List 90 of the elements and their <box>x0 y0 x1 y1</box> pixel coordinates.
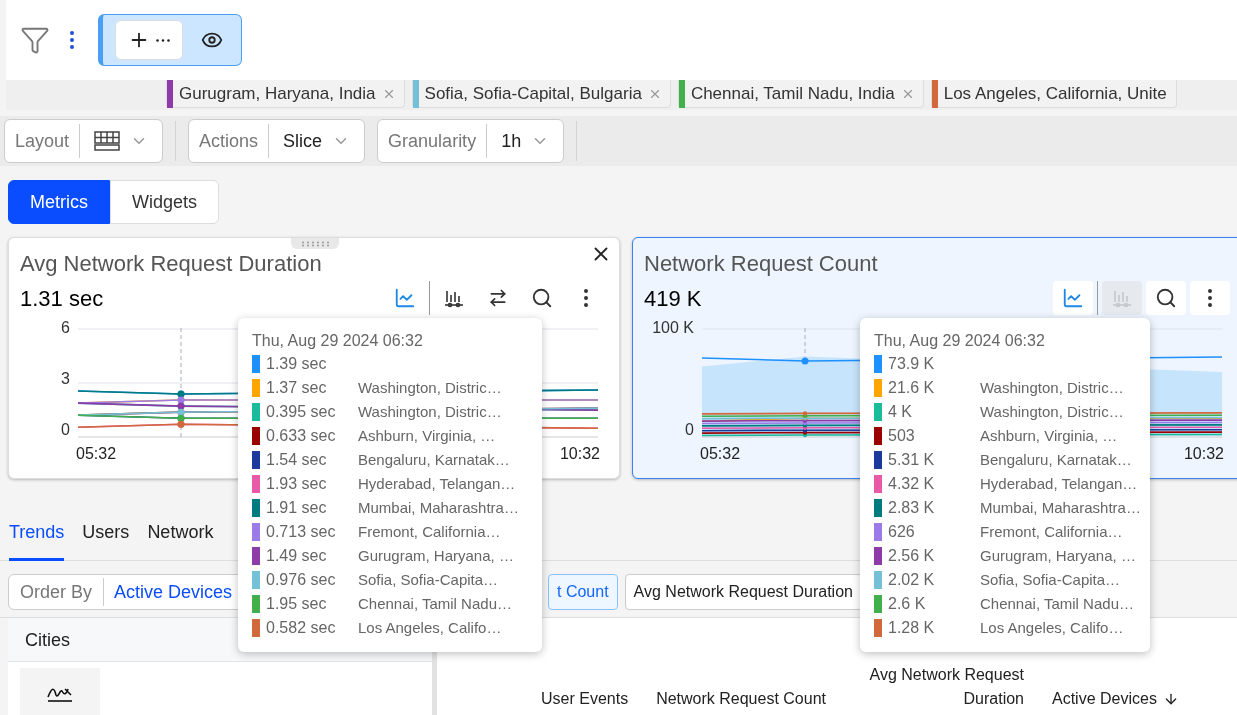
tooltip-series-label: Los Angeles, Califo… <box>980 617 1124 638</box>
filter-chip[interactable]: Sofia, Sofia-Capital, Bulgaria <box>411 80 671 108</box>
tooltip-series-label: Chennai, Tamil Nadu… <box>358 593 512 614</box>
tab[interactable]: Users <box>82 505 130 561</box>
dropdown-label: Granularity <box>378 124 488 158</box>
tooltip-value: 1.54 sec <box>266 450 328 470</box>
tooltip-value: 1.93 sec <box>266 474 328 494</box>
tooltip-value: 1.49 sec <box>266 546 328 566</box>
tooltip-title: Thu, Aug 29 2024 06:32 <box>252 331 424 351</box>
tooltip-series-label: Bengaluru, Karnatak… <box>358 449 510 470</box>
y-axis-label: 3 <box>61 371 70 387</box>
filter-chip[interactable]: Chennai, Tamil Nadu, India <box>677 80 924 108</box>
tooltip-value: 0.633 sec <box>266 426 337 446</box>
card-title: Network Request Count <box>644 250 878 278</box>
card-title: Avg Network Request Duration <box>20 250 322 278</box>
tooltip-value: 1.37 sec <box>266 378 328 398</box>
tooltip-series-label: Fremont, California… <box>980 521 1123 542</box>
tooltip-value: 73.9 K <box>888 354 936 374</box>
tooltip-series-label: Fremont, California… <box>358 521 501 542</box>
y-axis-label: 100 K <box>652 320 694 336</box>
tooltip-series-label: Ashburn, Virginia, … <box>980 425 1118 446</box>
x-axis-label: 10:32 <box>559 444 600 464</box>
y-axis-label: 0 <box>61 422 70 438</box>
x-axis-label: 05:32 <box>76 444 117 464</box>
y-axis-label: 0 <box>685 422 694 438</box>
view-toggle-tab[interactable]: Metrics <box>8 180 110 224</box>
order-by-value: Active Devices <box>113 581 234 604</box>
tooltip-series-label: Gurugram, Haryana, … <box>980 545 1136 566</box>
tab[interactable]: Network <box>147 505 214 561</box>
column-header[interactable]: User Events <box>541 687 629 711</box>
dropdown-value: Slice <box>283 130 323 153</box>
chip-label: t Count <box>557 582 609 602</box>
tooltip-value: 1.39 sec <box>266 354 328 374</box>
tooltip-value: 5.31 K <box>888 450 936 470</box>
metric-value: 1.31 sec <box>20 284 104 313</box>
tooltip-value: 1.91 sec <box>266 498 328 518</box>
tooltip-series-label: Hyderabad, Telangan… <box>358 473 516 494</box>
tooltip-value: 2.83 K <box>888 498 936 518</box>
tooltip-value: 4.32 K <box>888 474 936 494</box>
tooltip-value: 0.582 sec <box>266 618 337 638</box>
tooltip-series-label: Washington, Distric… <box>358 401 502 422</box>
tooltip-series-label: Washington, Distric… <box>980 401 1124 422</box>
x-axis-label: 10:32 <box>1183 444 1224 464</box>
chip-label: Gurugram, Haryana, India <box>179 82 376 105</box>
tooltip-series-label: Mumbai, Maharashtra… <box>980 497 1141 518</box>
order-by-label: Order By <box>9 578 105 606</box>
toolbar-dropdown[interactable]: Actions Slice <box>188 119 366 163</box>
tooltip-value: 21.6 K <box>888 378 936 398</box>
tooltip-series-label: Bengaluru, Karnatak… <box>980 449 1132 470</box>
chip-label: Avg Network Request Duration <box>633 582 853 602</box>
tooltip-title: Thu, Aug 29 2024 06:32 <box>874 331 1046 351</box>
tooltip-series-label: Mumbai, Maharashtra… <box>358 497 519 518</box>
tooltip-series-label: Gurugram, Haryana, … <box>358 545 514 566</box>
tooltip-series-label: Chennai, Tamil Nadu… <box>980 593 1134 614</box>
metric-value: 419 K <box>644 284 702 313</box>
tooltip-series-label: Los Angeles, Califo… <box>358 617 502 638</box>
tooltip-value: 2.02 K <box>888 570 936 590</box>
chip-label: Chennai, Tamil Nadu, India <box>690 82 895 105</box>
tooltip-value: 4 K <box>888 402 913 422</box>
chip-label: Sofia, Sofia-Capital, Bulgaria <box>424 82 642 105</box>
tooltip-value: 626 <box>888 522 916 542</box>
metric-chip[interactable]: t Count <box>548 574 618 610</box>
column-header[interactable]: Network Request Count <box>656 687 826 711</box>
toolbar-dropdown[interactable]: Layout <box>4 119 164 163</box>
tooltip-value: 2.56 K <box>888 546 936 566</box>
column-header[interactable]: Active Devices <box>1052 687 1179 711</box>
view-toggle-tab[interactable]: Widgets <box>110 180 220 224</box>
tooltip-series-label: Hyderabad, Telangan… <box>980 473 1138 494</box>
tooltip-value: 503 <box>888 426 916 446</box>
y-axis-label: 6 <box>61 320 70 336</box>
cities-header: Cities <box>25 628 70 652</box>
tooltip-series-label: Sofia, Sofia-Capita… <box>358 569 499 590</box>
dropdown-label: Actions <box>189 124 270 158</box>
tooltip-series-label: Washington, Distric… <box>980 377 1124 398</box>
chip-label: Los Angeles, California, Unite <box>943 82 1167 105</box>
tooltip-series-label: Sofia, Sofia-Capita… <box>980 569 1121 590</box>
tab[interactable]: Trends <box>9 505 65 561</box>
x-axis-label: 05:32 <box>700 444 741 464</box>
toolbar-dropdown[interactable]: Granularity 1h <box>377 119 565 163</box>
dropdown-value: 1h <box>501 130 522 153</box>
column-header[interactable]: Avg Network Request Duration <box>854 663 1024 711</box>
tooltip-value: 1.28 K <box>888 618 936 638</box>
tooltip-value: 0.713 sec <box>266 522 337 542</box>
tooltip-value: 0.395 sec <box>266 402 337 422</box>
tooltip-value: 2.6 K <box>888 594 927 614</box>
filter-chip[interactable]: Gurugram, Haryana, India <box>166 80 405 108</box>
tooltip-series-label: Ashburn, Virginia, … <box>358 425 496 446</box>
tooltip-series-label: Washington, Distric… <box>358 377 502 398</box>
filter-chip[interactable]: Los Angeles, California, Unite <box>930 80 1177 108</box>
dropdown-label: Layout <box>5 124 81 158</box>
